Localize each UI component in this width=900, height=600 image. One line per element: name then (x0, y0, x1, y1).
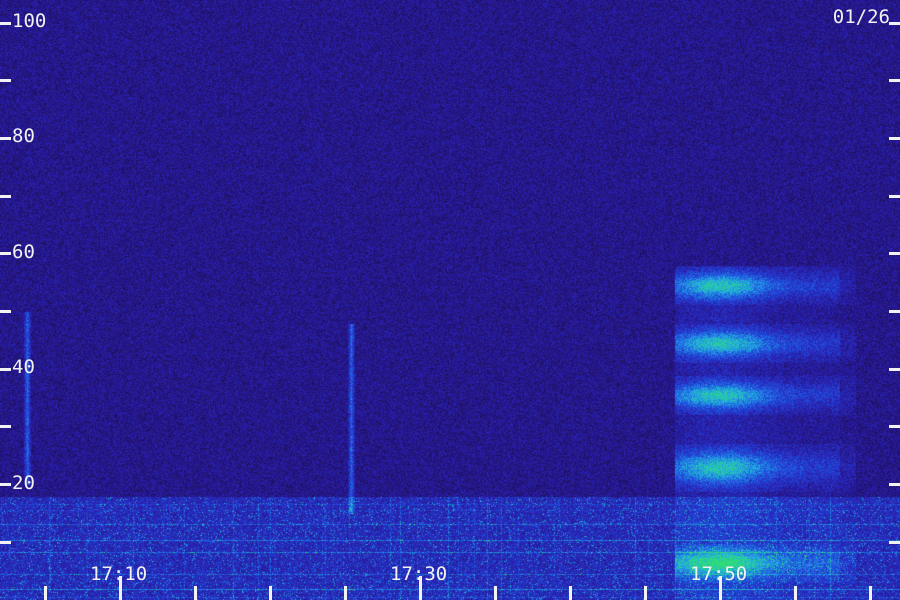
y-minor-tick-left (0, 310, 11, 314)
y-minor-tick-right (889, 310, 900, 314)
x-minor-tick (793, 586, 797, 600)
y-minor-tick-right (889, 79, 900, 83)
y-minor-tick-left (0, 425, 11, 429)
y-tick-left (0, 367, 11, 371)
spectrogram-chart: 01/26 100 80 60 40 20 17:10 17:30 17:50 (0, 0, 900, 600)
x-tick-label: 17:10 (90, 563, 148, 585)
y-minor-tick-left (0, 79, 11, 83)
y-tick-left (0, 483, 11, 487)
y-tick-label: 60 (12, 240, 35, 263)
x-minor-tick (643, 586, 647, 600)
x-minor-tick (43, 586, 47, 600)
y-tick-right (889, 136, 900, 140)
x-minor-tick (268, 586, 272, 600)
y-minor-tick-left (0, 194, 11, 198)
x-minor-tick (568, 586, 572, 600)
y-minor-tick-left (0, 540, 11, 544)
y-tick-label: 100 (12, 10, 47, 33)
x-tick-label: 17:50 (690, 563, 748, 585)
y-tick-left (0, 136, 11, 140)
y-tick-label: 20 (12, 471, 35, 494)
y-tick-label: 40 (12, 356, 35, 379)
y-tick-right (889, 483, 900, 487)
x-minor-tick (343, 586, 347, 600)
x-minor-tick (193, 586, 197, 600)
y-minor-tick-right (889, 540, 900, 544)
y-tick-right (889, 367, 900, 371)
y-tick-right (889, 252, 900, 256)
date-label: 01/26 (832, 6, 890, 28)
y-minor-tick-right (889, 194, 900, 198)
x-minor-tick (493, 586, 497, 600)
y-tick-left (0, 21, 11, 25)
y-tick-left (0, 252, 11, 256)
y-tick-right (889, 21, 900, 25)
y-minor-tick-right (889, 425, 900, 429)
x-minor-tick (868, 586, 872, 600)
spectrogram-image (0, 0, 900, 600)
y-tick-label: 80 (12, 125, 35, 148)
x-tick-label: 17:30 (390, 563, 448, 585)
